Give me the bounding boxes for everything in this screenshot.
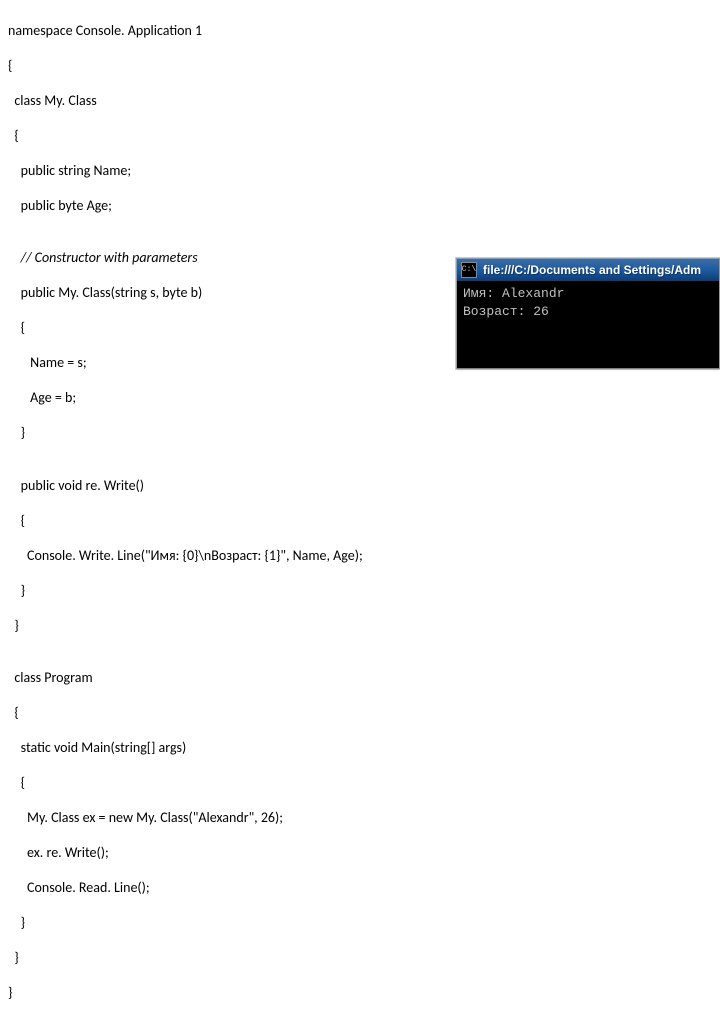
cmd-icon: C:\ [461, 262, 477, 278]
code-line: My. Class ex = new My. Class("Alexandr",… [8, 809, 712, 827]
code-line: namespace Console. Application 1 [8, 22, 712, 40]
console-window: C:\ file:///C:/Documents and Settings/Ad… [456, 258, 720, 369]
code-line: { [8, 57, 712, 75]
code-line: { [8, 512, 712, 530]
code-line: } [8, 949, 712, 967]
console-titlebar: C:\ file:///C:/Documents and Settings/Ad… [457, 259, 719, 281]
console-line: Имя: Alexandr [463, 286, 564, 301]
code-line: { [8, 127, 712, 145]
code-line: } [8, 424, 712, 442]
console-title: file:///C:/Documents and Settings/Adm [483, 263, 701, 278]
code-line: } [8, 984, 712, 1002]
console-line: Возраст: 26 [463, 304, 549, 319]
code-line: static void Main(string[] args) [8, 739, 712, 757]
code-line: class My. Class [8, 92, 712, 110]
code-block: namespace Console. Application 1 { class… [8, 4, 712, 1019]
shadow-decoration [457, 368, 719, 371]
code-line: class Program [8, 669, 712, 687]
code-line: public void re. Write() [8, 477, 712, 495]
code-line: Age = b; [8, 389, 712, 407]
code-line: } [8, 582, 712, 600]
code-line: Console. Read. Line(); [8, 879, 712, 897]
code-line: } [8, 914, 712, 932]
console-output: Имя: Alexandr Возраст: 26 [457, 281, 719, 368]
code-line: ex. re. Write(); [8, 844, 712, 862]
code-line: { [8, 774, 712, 792]
code-line: public string Name; [8, 162, 712, 180]
code-line: public byte Age; [8, 197, 712, 215]
code-line: Console. Write. Line("Имя: {0}\nВозраст:… [8, 547, 712, 565]
code-line: } [8, 617, 712, 635]
code-line: { [8, 704, 712, 722]
